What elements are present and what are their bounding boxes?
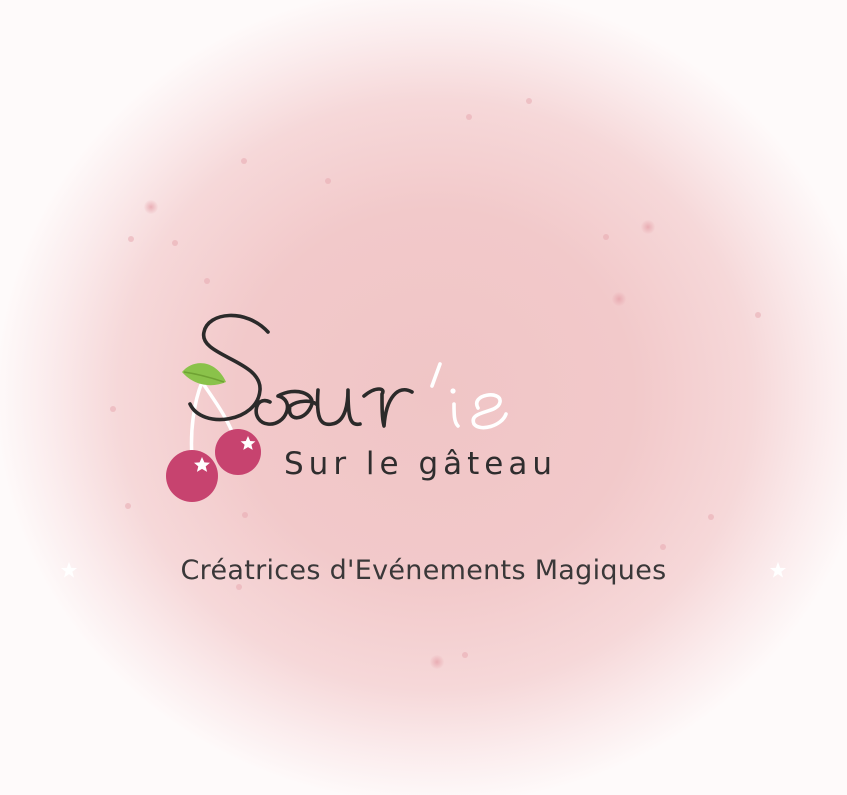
sparkle-decoration [325, 178, 331, 184]
sparkle-decoration [144, 200, 158, 214]
sparkle-decoration [466, 114, 472, 120]
sparkle-decoration [641, 220, 655, 234]
cherries-icon [166, 363, 261, 502]
sparkle-decoration [110, 406, 116, 412]
wordmark-script [188, 313, 508, 430]
star-icon [60, 561, 78, 578]
sparkle-decoration [204, 278, 210, 284]
sparkle-decoration [526, 98, 532, 104]
brand-subtitle: Sur le gâteau [284, 446, 558, 482]
sparkle-decoration [241, 158, 247, 164]
sparkle-decoration [125, 503, 131, 509]
sparkle-decoration [128, 236, 134, 242]
wordmark-letters-light [430, 362, 508, 430]
sparkle-decoration [462, 652, 468, 658]
sparkle-decoration [708, 514, 714, 520]
sparkle-decoration [172, 240, 178, 246]
tagline-row: Créatrices d'Evénements Magiques [60, 548, 787, 592]
brand-tagline: Créatrices d'Evénements Magiques [180, 554, 667, 586]
sparkle-decoration [755, 312, 761, 318]
wordmark-letters-dark [188, 313, 414, 428]
star-icon [769, 561, 787, 578]
sparkle-decoration [603, 234, 609, 240]
sparkle-decoration [430, 655, 444, 669]
sparkle-decoration [242, 512, 248, 518]
logo-canvas: Sur le gâteau Créatrices d'Evénements Ma… [0, 0, 847, 795]
